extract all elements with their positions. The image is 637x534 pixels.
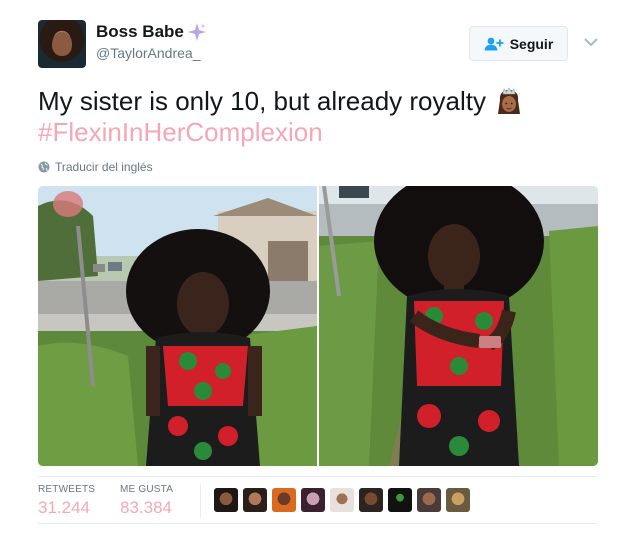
- retweets-count: 31.244: [38, 498, 90, 517]
- liker-avatar[interactable]: [446, 488, 470, 512]
- profile-avatar[interactable]: [38, 20, 86, 68]
- hashtag-link[interactable]: #FlexinInHerComplexion: [38, 117, 598, 148]
- photo-girl-street: [38, 186, 317, 466]
- liker-avatar[interactable]: [330, 488, 354, 512]
- display-name[interactable]: Boss Babe: [96, 22, 184, 42]
- liker-avatar[interactable]: [388, 488, 412, 512]
- liker-avatar[interactable]: [272, 488, 296, 512]
- tweet-text-line: My sister is only 10, but already royalt…: [38, 86, 486, 116]
- retweets-stat[interactable]: RETWEETS 31.244: [38, 484, 95, 518]
- translate-label: Traducir del inglés: [55, 160, 153, 174]
- tweet-text: My sister is only 10, but already royalt…: [38, 86, 598, 148]
- likes-stat[interactable]: ME GUSTA 83.384: [120, 484, 173, 518]
- tweet-media: [38, 186, 598, 466]
- stats-divider-bottom: [38, 523, 598, 524]
- liker-avatar[interactable]: [359, 488, 383, 512]
- sparkles-icon: [187, 23, 206, 41]
- liker-avatar[interactable]: [214, 488, 238, 512]
- tweet-photo-2[interactable]: [319, 186, 598, 466]
- photo-girl-phone: [319, 186, 598, 466]
- translate-link[interactable]: Traducir del inglés: [38, 160, 153, 174]
- princess-emoji: [497, 86, 520, 114]
- liker-avatar[interactable]: [417, 488, 441, 512]
- user-name-row[interactable]: Boss Babe: [96, 22, 207, 42]
- follow-button-label: Seguir: [509, 35, 554, 52]
- chevron-down-icon[interactable]: [583, 35, 599, 49]
- globe-icon: [38, 161, 50, 173]
- likes-label: ME GUSTA: [120, 484, 174, 495]
- follow-button[interactable]: Seguir: [469, 26, 568, 61]
- user-handle[interactable]: @TaylorAndrea_: [96, 45, 201, 61]
- tweet-photo-1[interactable]: [38, 186, 317, 466]
- likes-count: 83.384: [120, 498, 172, 517]
- stats-divider-top: [38, 476, 598, 477]
- person-add-icon: [484, 37, 504, 50]
- liker-avatar[interactable]: [243, 488, 267, 512]
- liker-avatars: [214, 488, 470, 512]
- tweet-card: Boss Babe @TaylorAndrea_ Seguir My siste…: [0, 0, 637, 534]
- liker-avatar[interactable]: [301, 488, 325, 512]
- stats-separator: [200, 484, 201, 518]
- retweets-label: RETWEETS: [38, 484, 96, 495]
